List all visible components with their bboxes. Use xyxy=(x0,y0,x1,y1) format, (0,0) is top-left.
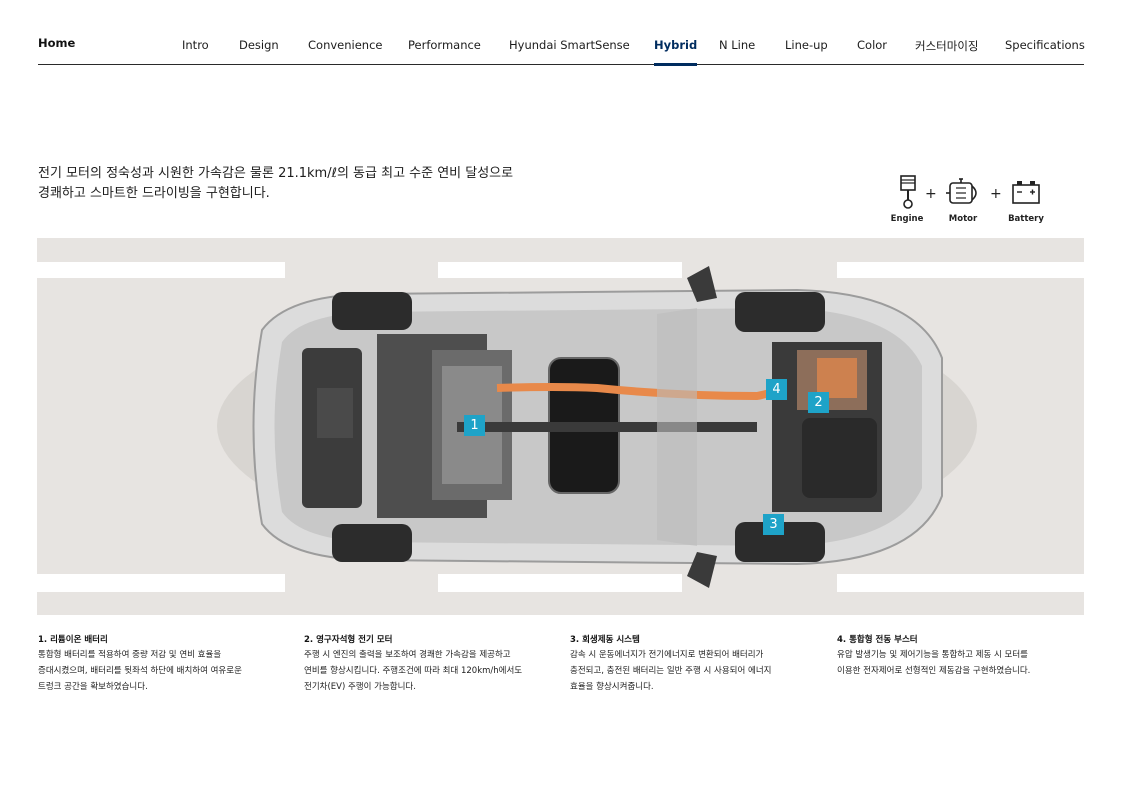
feature-line: 연비를 향상시킵니다. 주행조건에 따라 최대 120km/h에서도 xyxy=(304,666,523,676)
feature-title: 3. 회생제동 시스템 xyxy=(570,635,640,645)
feature-line: 주행 시 엔진의 출력을 보조하여 경쾌한 가속감을 제공하고 xyxy=(304,650,511,660)
feature-description: 주행 시 엔진의 출력을 보조하여 경쾌한 가속감을 제공하고 연비를 향상시킵… xyxy=(304,647,559,695)
plus-sign-2: + xyxy=(990,186,1002,202)
engine-icon xyxy=(886,174,930,210)
hotspot-1[interactable]: 1 xyxy=(464,415,485,436)
car-cutaway-image: 1 2 3 4 xyxy=(37,238,1084,615)
tab-color[interactable]: Color xyxy=(857,38,887,52)
battery-label: Battery xyxy=(1008,214,1044,224)
intro-text: 전기 모터의 정숙성과 시원한 가속감은 물론 21.1km/ℓ의 동급 최고 … xyxy=(38,164,513,204)
home-link[interactable]: Home xyxy=(38,36,75,50)
feature-line: 효율을 향상시켜줍니다. xyxy=(570,682,654,692)
intro-line-1: 전기 모터의 정숙성과 시원한 가속감은 물론 21.1km/ℓ의 동급 최고 … xyxy=(38,166,514,181)
feature-line: 통합형 배터리를 적용하여 중량 저감 및 연비 효율을 xyxy=(38,650,222,660)
hotspot-2[interactable]: 2 xyxy=(808,392,829,413)
engine-label: Engine xyxy=(890,214,924,224)
feature-title: 1. 리튬이온 배터리 xyxy=(38,635,108,645)
feature-description: 통합형 배터리를 적용하여 중량 저감 및 연비 효율을 증대시켰으며, 배터리… xyxy=(38,647,293,695)
tab-n-line[interactable]: N Line xyxy=(719,38,755,52)
feature-description: 감속 시 운동에너지가 전기에너지로 변환되어 배터리가 충전되고, 충전된 배… xyxy=(570,647,825,695)
feature-battery: 1. 리튬이온 배터리 통합형 배터리를 적용하여 중량 저감 및 연비 효율을… xyxy=(38,633,293,695)
feature-line: 전기차(EV) 주행이 가능합니다. xyxy=(304,682,416,692)
tab-hyundai-smartsense[interactable]: Hyundai SmartSense xyxy=(509,38,630,52)
feature-title: 2. 영구자석형 전기 모터 xyxy=(304,635,393,645)
motor-icon xyxy=(942,174,986,210)
feature-line: 감속 시 운동에너지가 전기에너지로 변환되어 배터리가 xyxy=(570,650,764,660)
tab-design[interactable]: Design xyxy=(239,38,279,52)
feature-line: 이용한 전자제어로 선형적인 제동감을 구현하였습니다. xyxy=(837,666,1031,676)
intro-line-2: 경쾌하고 스마트한 드라이빙을 구현합니다. xyxy=(38,186,270,201)
feature-line: 트렁크 공간을 확보하였습니다. xyxy=(38,682,148,692)
motor-label: Motor xyxy=(948,214,978,224)
hotspot-4[interactable]: 4 xyxy=(766,379,787,400)
feature-line: 충전되고, 충전된 배터리는 일반 주행 시 사용되어 에너지 xyxy=(570,666,772,676)
tab-line-up[interactable]: Line-up xyxy=(785,38,828,52)
feature-title: 4. 통합형 전동 부스터 xyxy=(837,635,918,645)
tab-intro[interactable]: Intro xyxy=(182,38,209,52)
feature-line: 유압 발생기능 및 제어기능을 통합하고 제동 시 모터를 xyxy=(837,650,1028,660)
car-illustration xyxy=(37,262,1084,592)
battery-icon xyxy=(1004,174,1048,210)
tab-customizing[interactable]: 커스터마이징 xyxy=(915,38,978,54)
top-navigation: Home Intro Design Convenience Performanc… xyxy=(38,30,1085,66)
tab-hybrid[interactable]: Hybrid xyxy=(654,38,698,66)
tab-performance[interactable]: Performance xyxy=(408,38,481,52)
feature-description: 유압 발생기능 및 제어기능을 통합하고 제동 시 모터를 이용한 전자제어로 … xyxy=(837,647,1092,679)
feature-line: 증대시켰으며, 배터리를 뒷좌석 하단에 배치하여 여유로운 xyxy=(38,666,242,676)
plus-sign-1: + xyxy=(925,186,937,202)
feature-electric-booster: 4. 통합형 전동 부스터 유압 발생기능 및 제어기능을 통합하고 제동 시 … xyxy=(837,633,1092,679)
tab-specifications[interactable]: Specifications xyxy=(1005,38,1085,52)
feature-regenerative-braking: 3. 회생제동 시스템 감속 시 운동에너지가 전기에너지로 변환되어 배터리가… xyxy=(570,633,825,695)
feature-motor: 2. 영구자석형 전기 모터 주행 시 엔진의 출력을 보조하여 경쾌한 가속감… xyxy=(304,633,559,695)
hotspot-3[interactable]: 3 xyxy=(763,514,784,535)
tab-convenience[interactable]: Convenience xyxy=(308,38,382,52)
